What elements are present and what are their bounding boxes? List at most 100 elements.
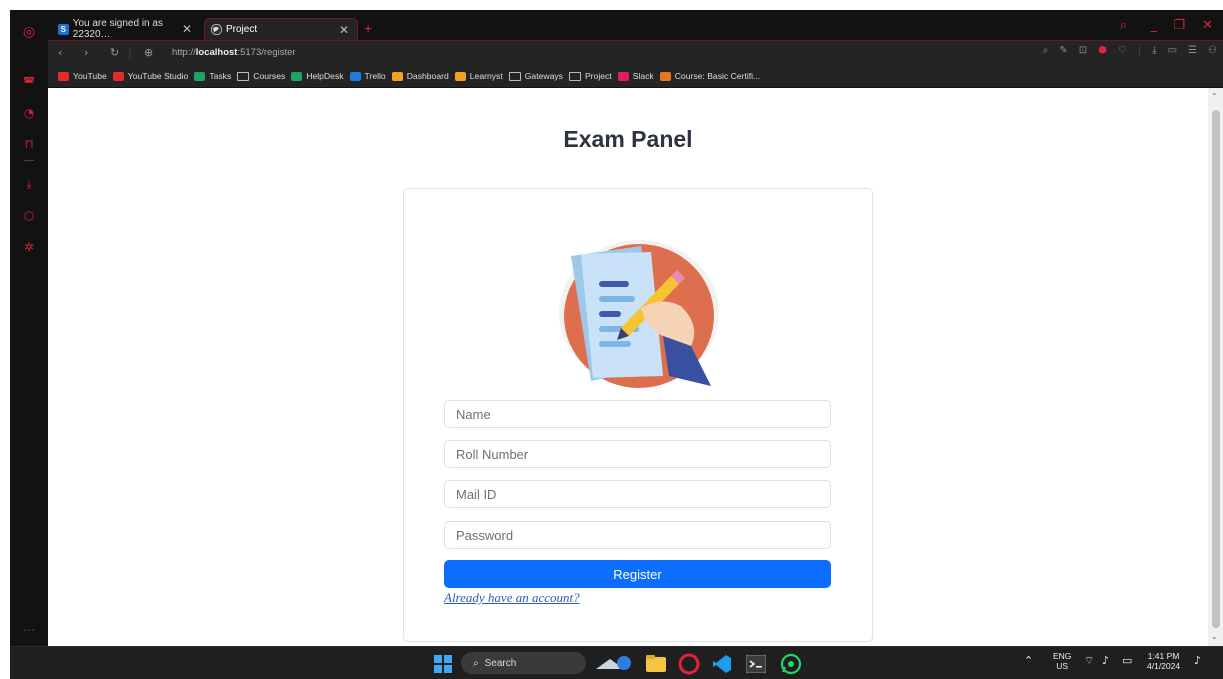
helpdesk-icon <box>291 71 303 81</box>
url-prefix: http:// <box>172 47 196 58</box>
bookmark-item[interactable]: Course: Basic Certifi... <box>659 71 760 81</box>
show-hidden-icons[interactable]: ⌃ <box>1024 656 1033 667</box>
url-field[interactable]: http://localhost:5173/register <box>172 47 296 58</box>
search-tabs-icon[interactable]: ⌕ <box>1120 18 1127 33</box>
search-label: Search <box>484 657 517 669</box>
page-scrollbar[interactable]: ⌃ ⌄ <box>1208 88 1223 646</box>
snapshot-icon[interactable]: ⊡ <box>1079 45 1087 56</box>
windows-taskbar: ⌕ Search ⌃ ENG US ⌔ ♪ ▭ 1:41 PM 4/1/2024… <box>10 646 1223 679</box>
heart-icon[interactable]: ♡ <box>1118 45 1127 56</box>
nav-divider: | <box>128 46 132 59</box>
new-tab-icon[interactable]: + <box>364 20 372 36</box>
register-button[interactable]: Register <box>444 560 831 588</box>
bookmark-item[interactable]: YouTube Studio <box>112 71 188 81</box>
reload-icon[interactable]: ↻ <box>110 46 119 59</box>
easy-setup-icon[interactable]: ☰ <box>1188 45 1197 56</box>
edit-icon[interactable]: ✎ <box>1059 45 1067 56</box>
site-info-icon[interactable]: ⊕ <box>144 46 153 59</box>
bookmarks-bar: YouTube YouTube Studio Tasks Courses HelpDes… <box>48 65 1223 87</box>
bookmark-label: Courses <box>253 71 286 81</box>
scroll-thumb[interactable] <box>1212 110 1220 628</box>
opera-taskbar-icon[interactable] <box>678 653 700 679</box>
bookmark-label: YouTube <box>73 71 107 81</box>
lens-icon[interactable]: ⌕ <box>1043 45 1049 56</box>
trello-icon <box>349 71 361 81</box>
roll-number-input[interactable] <box>444 440 831 468</box>
toolbar-icons: ⌕ ✎ ⊡ ⬢ ♡ | ⤓ ▭ ☰ ⚇ <box>1043 45 1217 56</box>
tab-bar: S You are signed in as 22320… ✕ Project … <box>48 10 1223 40</box>
bookmark-item[interactable]: YouTube <box>58 71 107 81</box>
adblock-icon[interactable]: ⬢ <box>1098 45 1107 56</box>
slack-icon <box>617 71 629 81</box>
bookmark-label: Project <box>584 71 612 81</box>
clock-time: 1:41 PM <box>1147 651 1180 661</box>
search-icon: ⌕ <box>473 657 479 669</box>
whatsapp-icon[interactable] <box>780 653 802 679</box>
profile-icon[interactable]: ⚇ <box>1208 45 1217 56</box>
notification-bell-icon[interactable]: ♪ <box>1194 655 1201 666</box>
gamepad-icon[interactable]: ◚ <box>21 74 37 90</box>
close-window-icon[interactable]: ✕ <box>1202 18 1213 33</box>
scroll-up-icon[interactable]: ⌃ <box>1211 92 1218 101</box>
bookmark-item[interactable]: Dashboard <box>391 71 449 81</box>
dashboard-icon <box>391 71 403 81</box>
globe-icon <box>211 24 222 35</box>
language-indicator[interactable]: ENG US <box>1053 651 1071 671</box>
tab-signed-in[interactable]: S You are signed in as 22320… ✕ <box>52 18 200 40</box>
folder-icon <box>237 71 250 81</box>
url-path: :5173/register <box>237 47 296 58</box>
settings-icon[interactable]: ✲ <box>21 239 37 255</box>
bookmark-item[interactable]: HelpDesk <box>291 71 344 81</box>
restore-icon[interactable]: ❐ <box>1173 18 1185 33</box>
wifi-icon[interactable]: ⌔ <box>1084 655 1094 666</box>
more-icon[interactable]: ⋯ <box>21 622 37 638</box>
windows-start-icon[interactable] <box>434 655 452 678</box>
bookmark-item[interactable]: Tasks <box>194 71 231 81</box>
scroll-down-icon[interactable]: ⌄ <box>1211 632 1218 641</box>
learnyst-icon <box>454 71 466 81</box>
bookmark-item[interactable]: Learnyst <box>454 71 503 81</box>
password-input[interactable] <box>444 521 831 549</box>
speedometer-icon[interactable]: ◔ <box>21 105 37 121</box>
youtube-studio-icon <box>112 71 124 81</box>
terminal-icon[interactable] <box>745 654 767 678</box>
bookmark-item[interactable]: Gateways <box>508 71 563 81</box>
browser-sidebar: ◎ ◚ ◔ ⊓ ⤓ ⬡ ✲ ⋯ <box>10 10 48 646</box>
name-input[interactable] <box>444 400 831 428</box>
cube-icon[interactable]: ⬡ <box>21 208 37 224</box>
close-tab-icon[interactable]: ✕ <box>182 22 192 36</box>
bookmark-label: HelpDesk <box>306 71 344 81</box>
clock[interactable]: 1:41 PM 4/1/2024 <box>1147 651 1180 671</box>
tab-label: You are signed in as 22320… <box>72 18 163 40</box>
downloads-icon[interactable]: ⤓ <box>1152 45 1156 56</box>
tab-label: Project <box>226 24 258 35</box>
forward-icon[interactable]: › <box>84 46 88 59</box>
bookmark-item[interactable]: Courses <box>237 71 285 81</box>
tab-project[interactable]: Project ✕ <box>204 18 358 40</box>
bag-icon[interactable]: ⊓ <box>21 136 37 152</box>
opera-logo-icon[interactable]: ◎ <box>21 24 37 40</box>
bookmark-label: Learnyst <box>469 71 503 81</box>
download-icon[interactable]: ⤓ <box>21 176 37 192</box>
close-tab-icon[interactable]: ✕ <box>339 23 349 37</box>
bookmark-item[interactable]: Trello <box>349 71 386 81</box>
browser-window: ◎ ◚ ◔ ⊓ ⤓ ⬡ ✲ ⋯ S You are signed in as 2… <box>10 10 1223 679</box>
widgets-icon[interactable] <box>594 653 634 678</box>
course-icon <box>659 71 671 81</box>
file-explorer-icon[interactable] <box>646 655 666 677</box>
clock-date: 4/1/2024 <box>1147 661 1181 671</box>
volume-icon[interactable]: ♪ <box>1102 655 1109 666</box>
taskbar-search[interactable]: ⌕ Search <box>461 652 586 674</box>
mail-id-input[interactable] <box>444 480 831 508</box>
url-host: localhost <box>195 47 238 58</box>
bookmark-item[interactable]: Slack <box>617 71 654 81</box>
minimize-icon[interactable]: _ <box>1151 18 1158 33</box>
vscode-icon[interactable] <box>712 654 732 679</box>
page-content: Exam Panel Name Roll Number Mail ID Regi… <box>48 88 1208 646</box>
battery-tray-icon[interactable]: ▭ <box>1122 655 1132 666</box>
bookmark-item[interactable]: Project <box>568 71 612 81</box>
back-icon[interactable]: ‹ <box>58 46 62 59</box>
login-link[interactable]: Already have an account? <box>444 590 580 606</box>
folder-icon <box>568 71 581 81</box>
battery-icon[interactable]: ▭ <box>1168 45 1177 56</box>
